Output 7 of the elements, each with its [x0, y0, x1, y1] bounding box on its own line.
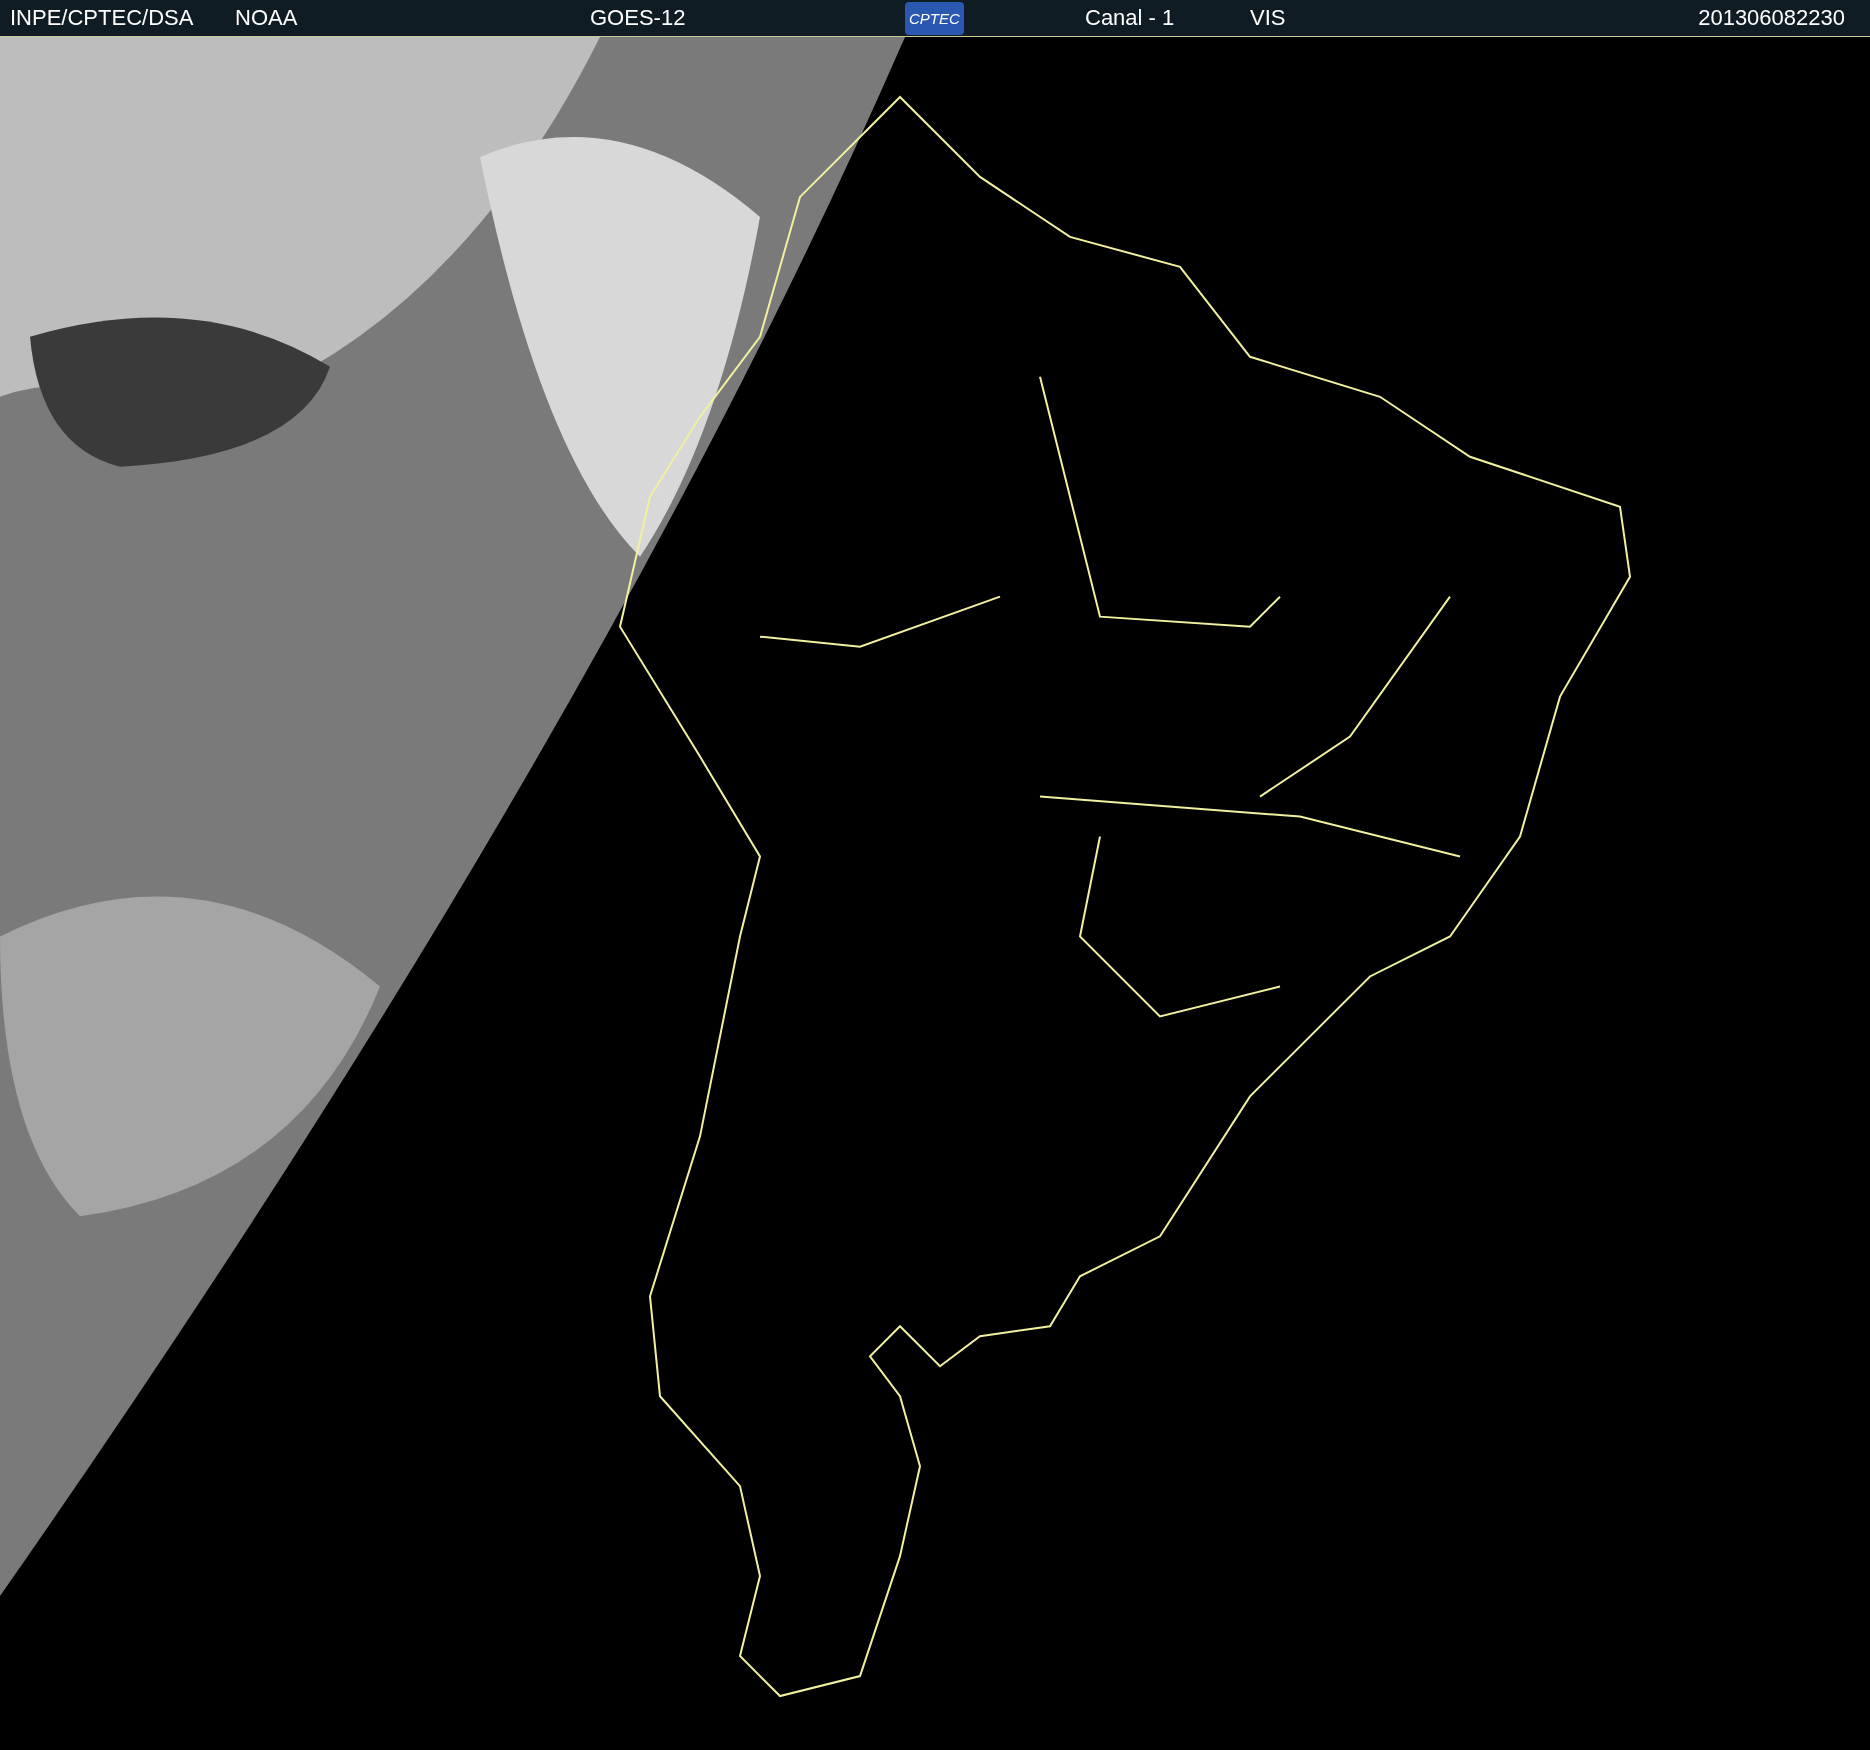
agency-label: INPE/CPTEC/DSA	[10, 5, 194, 31]
band-label: VIS	[1250, 5, 1286, 31]
satellite-label: GOES-12	[590, 5, 686, 31]
timestamp-label: 201306082230	[1698, 5, 1845, 31]
logo: CPTEC	[905, 1, 964, 35]
source-label: NOAA	[235, 5, 298, 31]
channel-label: Canal - 1	[1085, 5, 1175, 31]
